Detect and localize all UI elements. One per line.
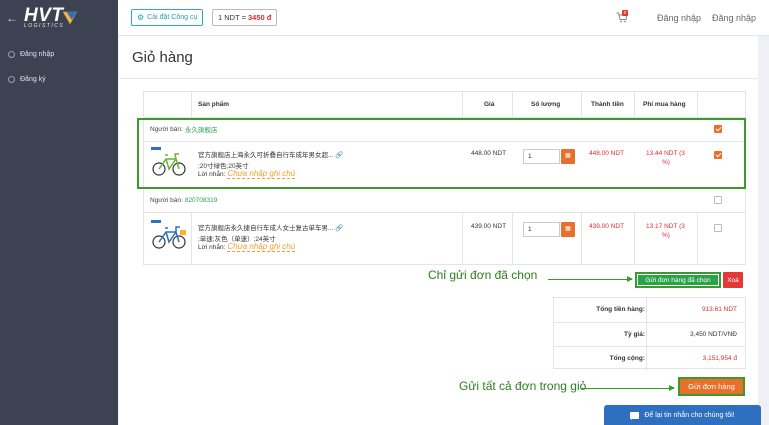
divider xyxy=(119,78,758,79)
seller-row: Người bán: 820708319 xyxy=(144,190,745,210)
summary-row: Tổng cộng: 3,151,954 đ xyxy=(554,346,745,371)
logo-text: HVT xyxy=(24,5,64,26)
divider xyxy=(462,92,463,117)
header-total: Thành tiền xyxy=(591,101,624,108)
divider xyxy=(512,92,513,117)
page-gutter xyxy=(758,36,769,425)
divider xyxy=(634,92,635,117)
sidebar-item-register[interactable]: Đăng ký xyxy=(0,67,118,92)
send-selected-button[interactable]: Gửi đơn hàng đã chọn xyxy=(635,272,721,288)
summary-row: Tỷ giá: 3,450 NDT/VNĐ xyxy=(554,322,745,347)
seller-label: Người bán: xyxy=(150,196,183,204)
sidebar-item-label: Đăng nhập xyxy=(20,51,55,58)
back-arrow-icon[interactable]: ← xyxy=(6,11,18,25)
register-icon xyxy=(8,76,15,83)
login-link[interactable]: Đăng nhập xyxy=(657,13,701,23)
divider xyxy=(697,92,698,117)
divider xyxy=(462,212,463,264)
divider xyxy=(646,347,647,371)
chat-widget[interactable]: Để lại tin nhắn cho chúng tôi! xyxy=(604,405,761,425)
divider xyxy=(634,212,635,264)
header-price: Giá xyxy=(484,101,495,108)
topbar: ⚙ Cài đặt Công cụ 1 NDT = 3450 đ 0 Đăng … xyxy=(118,0,769,36)
send-all-button[interactable]: Gửi đơn hàng xyxy=(678,377,745,396)
user-icon xyxy=(8,51,15,58)
summary-value: 913.61 NDT xyxy=(701,306,737,313)
divider xyxy=(512,212,513,264)
rate-value: 3450 đ xyxy=(248,13,272,22)
annotation-all: Gửi tất cả đơn trong giỏ xyxy=(459,379,587,393)
note-input[interactable]: Chưa nhập ghi chú xyxy=(227,242,296,252)
product-image xyxy=(151,220,186,249)
seller-name[interactable]: 820708319 xyxy=(185,197,218,204)
summary-value: 3,151,954 đ xyxy=(702,355,737,362)
logo-mark-icon xyxy=(62,11,78,25)
arrow-icon xyxy=(581,385,675,391)
tool-settings-button[interactable]: ⚙ Cài đặt Công cụ xyxy=(131,9,204,26)
delete-button[interactable]: Xoá xyxy=(723,272,743,288)
chat-label: Để lại tin nhắn cho chúng tôi! xyxy=(644,411,735,419)
divider xyxy=(646,323,647,347)
product-name[interactable]: 官方旗舰店永久捷自行车成人女士复古单车男... 🔗 xyxy=(198,222,343,232)
product-total: 439.00 NDT xyxy=(589,223,625,230)
summary-label: Tổng cộng: xyxy=(609,355,645,362)
quantity-update-button[interactable]: ▦ xyxy=(561,222,575,237)
seller-checkbox[interactable] xyxy=(714,196,722,204)
note-label: Lời nhắn: xyxy=(198,244,226,251)
header-fee: Phí mua hàng xyxy=(643,101,686,108)
header-product: Sản phẩm xyxy=(198,101,230,108)
divider xyxy=(191,212,192,264)
sidebar-nav: Đăng nhập Đăng ký xyxy=(0,42,118,92)
product-price: 439.00 NDT xyxy=(471,223,507,230)
divider xyxy=(144,212,745,213)
annotation-selected: Chỉ gửi đơn đã chọn xyxy=(428,268,538,282)
sidebar-item-label: Đăng ký xyxy=(20,76,46,83)
divider xyxy=(646,298,647,322)
message-icon xyxy=(630,411,640,420)
summary-label: Tỷ giá: xyxy=(624,331,645,338)
product-fee-suffix: %) xyxy=(662,232,670,239)
exchange-rate-box: 1 NDT = 3450 đ xyxy=(212,9,278,26)
product-fee: 13.17 NDT (3 xyxy=(646,223,685,230)
arrow-icon xyxy=(548,276,633,282)
cart-count-badge: 0 xyxy=(622,10,628,16)
divider xyxy=(581,92,582,117)
divider xyxy=(697,212,698,264)
header-quantity: Số lượng xyxy=(531,101,561,108)
selected-highlight xyxy=(137,118,746,189)
divider xyxy=(581,212,582,264)
tool-settings-label: Cài đặt Công cụ xyxy=(147,14,198,21)
divider xyxy=(191,92,192,117)
register-link[interactable]: Đăng nhập xyxy=(712,13,756,23)
rate-prefix: 1 NDT = xyxy=(218,13,246,22)
logo-subtext: LOGISTICS xyxy=(24,23,65,29)
sidebar-item-login[interactable]: Đăng nhập xyxy=(0,42,118,67)
sidebar: ← HVT LOGISTICS Đăng nhập Đăng ký xyxy=(0,0,118,425)
summary-label: Tổng tiền hàng: xyxy=(596,306,645,313)
summary-table: Tổng tiền hàng: 913.61 NDT Tỷ giá: 3,450… xyxy=(553,297,746,371)
quantity-input[interactable]: 1 xyxy=(523,222,560,237)
logo[interactable]: HVT LOGISTICS xyxy=(24,5,79,29)
page-title: Giỏ hàng xyxy=(132,49,193,66)
logo-bar: ← HVT LOGISTICS xyxy=(0,0,118,36)
gear-icon: ⚙ xyxy=(137,13,145,22)
summary-value: 3,450 NDT/VNĐ xyxy=(690,331,737,338)
product-note: Lời nhắn: Chưa nhập ghi chú xyxy=(198,242,296,252)
link-icon[interactable]: 🔗 xyxy=(335,225,343,232)
summary-row: Tổng tiền hàng: 913.61 NDT xyxy=(554,298,745,322)
product-checkbox[interactable] xyxy=(714,224,722,232)
